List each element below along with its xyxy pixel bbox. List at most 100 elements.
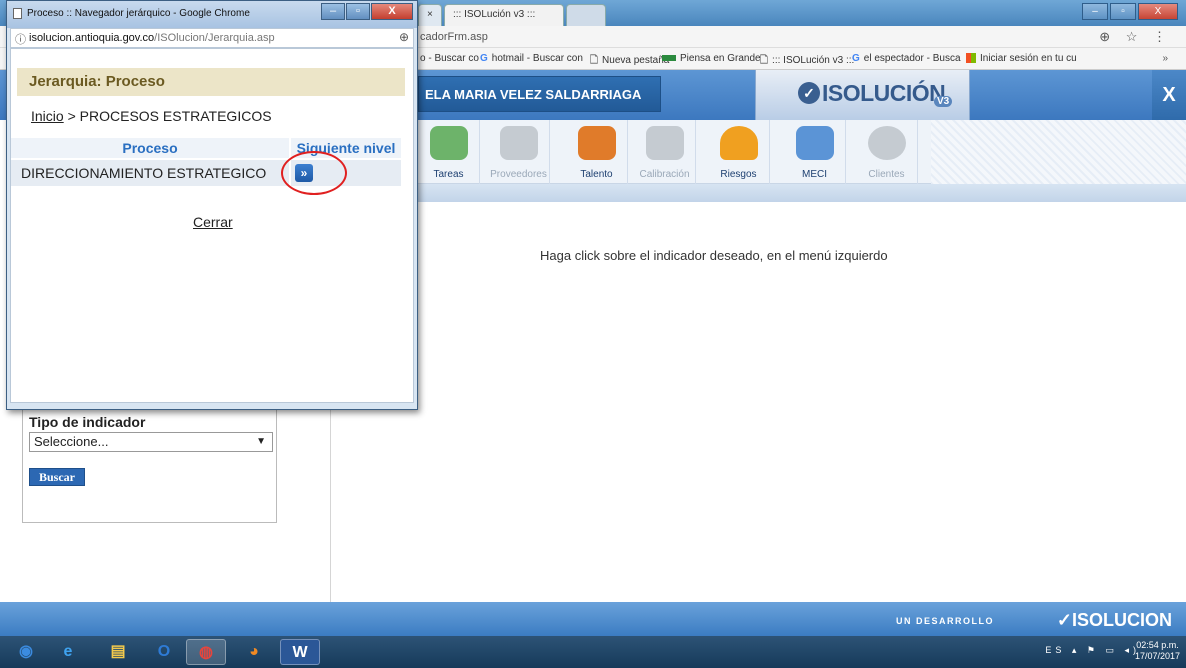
minimize-button[interactable]: –	[1082, 3, 1108, 20]
breadcrumb-separator: >	[63, 108, 80, 124]
bookmark-label: o - Buscar co	[420, 53, 479, 64]
module-clientes[interactable]: Clientes	[856, 120, 918, 184]
bookmark-item[interactable]: 🗋 Nueva pestaña	[590, 53, 669, 70]
chevron-down-icon: ▼	[256, 436, 266, 447]
start-button[interactable]: ◉	[6, 639, 46, 665]
module-label: Talento	[580, 169, 613, 180]
caliper-icon	[646, 126, 684, 160]
browser-tab-isolucion[interactable]: ::: ISOLución v3 ::: ×	[444, 4, 564, 26]
popup-address-bar: ⓘ isolucion.antioquia.gov.co/ISOlucion/J…	[10, 28, 414, 48]
popup-content: Jerarquia: Proceso Inicio > PROCESOS EST…	[10, 48, 414, 403]
bookmark-item[interactable]: Ghotmail - Buscar con	[480, 53, 583, 64]
bookmark-item[interactable]: Piensa en Grande	[662, 53, 761, 64]
developer-label: UN DESARROLLO	[896, 616, 994, 626]
select-value: Seleccione...	[34, 434, 109, 449]
popup-close-button[interactable]: X	[371, 3, 413, 20]
new-tab-button[interactable]	[566, 4, 606, 26]
logo-version: V3	[934, 96, 953, 107]
firefox-icon[interactable]: ◕	[234, 639, 274, 665]
instruction-text: Haga click sobre el indicador deseado, e…	[540, 248, 888, 263]
microsoft-icon	[966, 53, 976, 64]
module-talento[interactable]: Talento	[566, 120, 628, 184]
breadcrumb: Inicio > PROCESOS ESTRATEGICOS	[31, 108, 272, 124]
module-label: Riesgos	[720, 169, 757, 180]
people-icon	[868, 126, 906, 160]
check-icon: ✓	[798, 82, 820, 104]
user-box: ELA MARIA VELEZ SALDARRIAGA	[418, 76, 661, 112]
module-label: MECI	[802, 169, 827, 180]
bookmark-label: hotmail - Buscar con	[491, 53, 583, 64]
module-calibracion[interactable]: Calibración	[634, 120, 696, 184]
hierarchy-popup-window: Proceso :: Navegador jerárquico - Google…	[6, 0, 418, 410]
modules-filler	[931, 120, 1186, 184]
window-controls: – ▫ X	[1082, 3, 1178, 20]
popup-maximize-button[interactable]: ▫	[346, 3, 370, 20]
process-row-link[interactable]: DIRECCIONAMIENTO ESTRATEGICO	[11, 160, 289, 186]
meci-icon	[796, 126, 834, 160]
module-meci[interactable]: MECI	[784, 120, 846, 184]
url-text[interactable]: cadorFrm.asp	[420, 31, 488, 43]
filter-label: Tipo de indicador	[29, 414, 146, 430]
outlook-icon[interactable]: O	[144, 639, 184, 665]
windows-taskbar: ◉ e ▤ O ◍ ◕ W ES ▴ ⚑ ▭ ◂) 02:54 p.m. 17/…	[0, 636, 1186, 668]
breadcrumb-home-link[interactable]: Inicio	[31, 108, 64, 124]
ie-icon[interactable]: e	[48, 639, 88, 665]
logo-text: ISOLUCIÓN	[822, 80, 946, 106]
bookmark-label: Nueva pestaña	[602, 55, 670, 66]
box-icon	[500, 126, 538, 160]
hard-hat-icon	[720, 126, 758, 160]
popup-url[interactable]: isolucion.antioquia.gov.co/ISOlucion/Jer…	[29, 32, 275, 44]
url-path: /ISOlucion/Jerarquia.asp	[154, 32, 275, 44]
bookmark-item[interactable]: Gel espectador - Busca	[852, 53, 961, 64]
popup-window-controls: – ▫ X	[321, 3, 413, 20]
popup-title: Proceso :: Navegador jerárquico - Google…	[27, 8, 250, 19]
header-close-button[interactable]: X	[1152, 70, 1186, 120]
system-tray[interactable]: ES ▴ ⚑ ▭ ◂)	[1045, 645, 1140, 656]
green-flag-icon	[662, 55, 676, 62]
bookmark-item[interactable]: Iniciar sesión en tu cu	[966, 53, 1077, 64]
tab-title: ::: ISOLución v3 :::	[453, 9, 536, 20]
breadcrumb-current: PROCESOS ESTRATEGICOS	[79, 108, 272, 124]
app-footer: UN DESARROLLO ✓ISOLUCION	[0, 602, 1186, 636]
clock-date: 17/07/2017	[1134, 651, 1180, 661]
bookmark-item[interactable]: o - Buscar co	[420, 53, 479, 64]
bookmark-item[interactable]: 🗋::: ISOLución v3 :::	[760, 53, 854, 70]
module-tareas[interactable]: Tareas	[418, 120, 480, 184]
tab-close-icon[interactable]: ×	[427, 9, 433, 20]
info-icon[interactable]: ⓘ	[15, 31, 26, 47]
module-label: Proveedores	[490, 169, 547, 180]
bookmarks-more-button[interactable]: »	[1162, 53, 1168, 64]
close-link[interactable]: Cerrar	[193, 214, 233, 230]
column-header-process: Proceso	[11, 138, 289, 158]
zoom-icon[interactable]: ⊕	[399, 30, 409, 44]
module-riesgos[interactable]: Riesgos	[708, 120, 770, 184]
page-icon: 🗋	[590, 55, 599, 66]
modules-bar: Tareas Proveedores Talento Calibración R…	[418, 120, 1186, 184]
bookmark-label: Iniciar sesión en tu cu	[980, 53, 1077, 64]
clock[interactable]: 02:54 p.m. 17/07/2017	[1135, 640, 1180, 662]
footer-logo: ✓ISOLUCION	[1056, 610, 1172, 630]
laptop-icon	[430, 126, 468, 160]
url-host: isolucion.antioquia.gov.co	[29, 32, 155, 44]
module-label: Clientes	[868, 169, 905, 180]
module-label: Calibración	[639, 169, 690, 180]
search-button[interactable]: Buscar	[29, 468, 85, 486]
explorer-icon[interactable]: ▤	[98, 639, 138, 665]
graduation-cap-icon	[578, 126, 616, 160]
address-bar-icons[interactable]: ⊕ ☆ ⋮	[1099, 29, 1172, 45]
popup-minimize-button[interactable]: –	[321, 3, 345, 20]
bookmark-label: ::: ISOLución v3 :::	[772, 55, 855, 66]
popup-titlebar: Proceso :: Navegador jerárquico - Google…	[7, 1, 417, 28]
maximize-button[interactable]: ▫	[1110, 3, 1136, 20]
indicator-type-select[interactable]: Seleccione... ▼	[29, 432, 273, 452]
page-icon	[13, 8, 22, 19]
google-icon: G	[480, 53, 488, 64]
user-name: ELA MARIA VELEZ SALDARRIAGA	[425, 87, 642, 102]
word-icon[interactable]: W	[280, 639, 320, 665]
close-window-button[interactable]: X	[1138, 3, 1178, 20]
chrome-icon[interactable]: ◍	[186, 639, 226, 665]
module-proveedores[interactable]: Proveedores	[488, 120, 550, 184]
sub-bar	[418, 184, 1186, 202]
browser-tab-prev[interactable]: ×	[418, 4, 442, 26]
bookmark-label: Piensa en Grande	[680, 53, 761, 64]
